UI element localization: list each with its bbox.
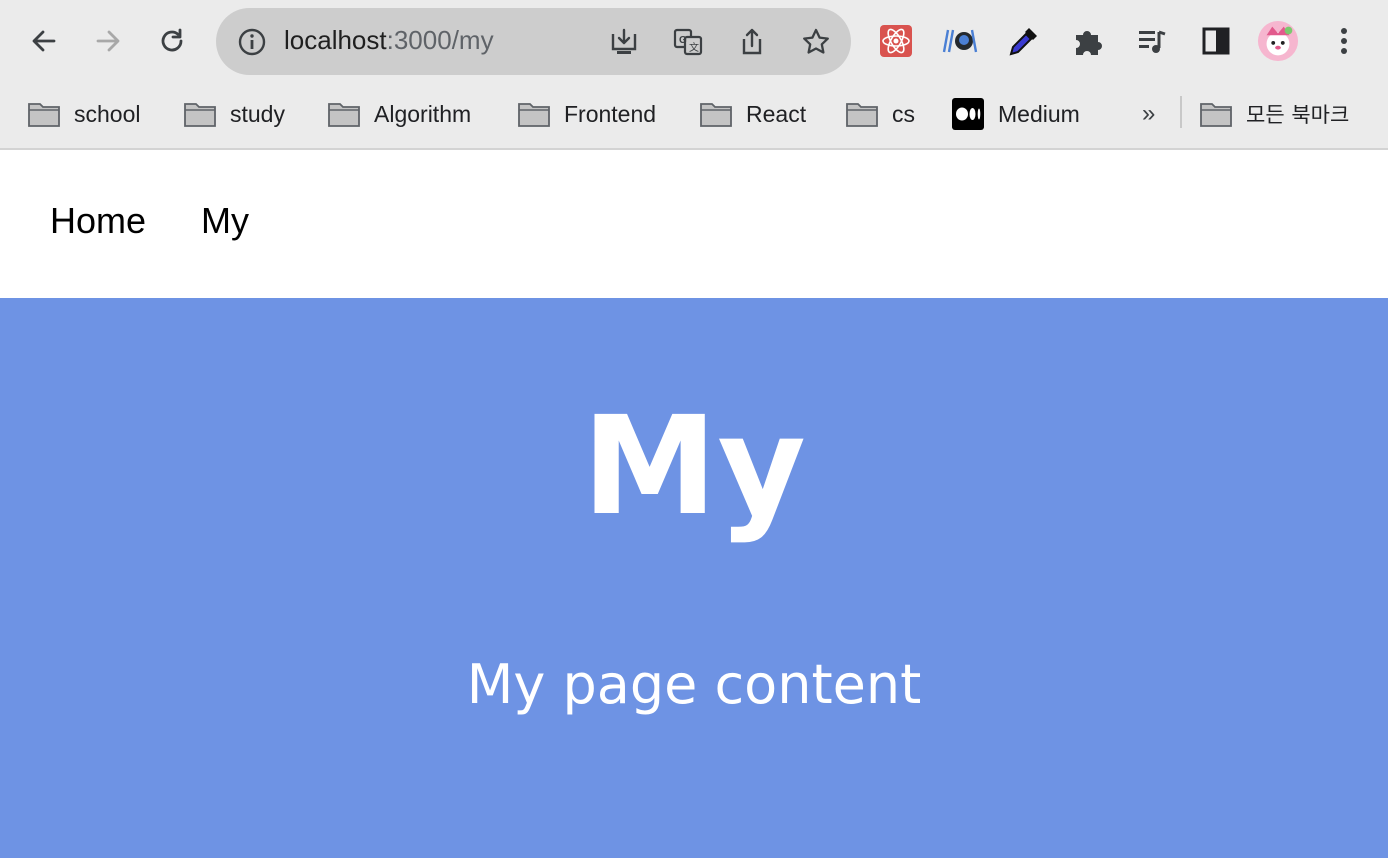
- more-menu-icon: [1341, 28, 1347, 54]
- bookmark-label: study: [230, 100, 285, 127]
- arrow-right-icon: [96, 30, 120, 52]
- color-picker-button[interactable]: [1003, 20, 1045, 62]
- bookmark-star-button[interactable]: [798, 24, 834, 60]
- extensions-button[interactable]: [1067, 20, 1109, 62]
- share-icon: [742, 28, 762, 55]
- share-button[interactable]: [734, 24, 770, 60]
- page-content-text: My page content: [466, 653, 922, 716]
- translate-icon: G文: [673, 28, 703, 56]
- bookmarks-divider: [1180, 96, 1182, 128]
- arrow-left-icon: [32, 30, 56, 52]
- react-devtools-icon: [880, 25, 912, 57]
- address-bar[interactable]: localhost:3000/my G文: [216, 8, 851, 75]
- svg-text:文: 文: [689, 41, 699, 54]
- folder-icon: [184, 103, 216, 127]
- bookmark-cs[interactable]: cs: [846, 96, 915, 132]
- bookmark-medium[interactable]: Medium: [952, 96, 1080, 132]
- translate-button[interactable]: G文: [670, 24, 706, 60]
- medium-icon: [952, 98, 984, 130]
- more-menu-button[interactable]: [1323, 20, 1365, 62]
- forward-button[interactable]: [88, 21, 128, 61]
- bookmark-react[interactable]: React: [700, 96, 806, 132]
- install-app-icon: [611, 28, 637, 54]
- install-app-button[interactable]: [606, 24, 642, 60]
- page-title: My: [582, 388, 806, 546]
- profile-avatar: [1257, 20, 1299, 62]
- bookmark-frontend[interactable]: Frontend: [518, 96, 656, 132]
- hero-section: My My page content: [0, 298, 1388, 858]
- back-button[interactable]: [24, 21, 64, 61]
- folder-icon: [328, 103, 360, 127]
- bookmark-school[interactable]: school: [28, 96, 140, 132]
- bookmark-all-bookmarks[interactable]: 모든 북마크: [1200, 96, 1349, 132]
- site-info-button[interactable]: [234, 24, 270, 60]
- bookmarks-bar: school study Algorithm Frontend React cs…: [0, 82, 1388, 150]
- bookmark-study[interactable]: study: [184, 96, 285, 132]
- folder-icon: [28, 103, 60, 127]
- bookmark-label: 모든 북마크: [1246, 103, 1350, 127]
- bookmark-label: Medium: [998, 100, 1080, 127]
- url-text[interactable]: localhost:3000/my: [284, 25, 494, 56]
- nav-link-my[interactable]: My: [201, 200, 249, 242]
- media-control-button[interactable]: [1131, 20, 1173, 62]
- github-extension-icon: [942, 29, 978, 53]
- bookmark-label: school: [74, 100, 141, 127]
- puzzle-icon: [1076, 31, 1102, 55]
- media-control-icon: [1139, 30, 1166, 53]
- site-nav: Home My: [0, 150, 1388, 298]
- bookmark-label: Frontend: [564, 100, 657, 127]
- folder-icon: [518, 103, 550, 127]
- folder-icon: [846, 103, 878, 127]
- bookmarks-overflow-button[interactable]: »: [1142, 96, 1155, 132]
- reload-button[interactable]: [152, 21, 192, 61]
- reload-icon: [161, 28, 183, 52]
- star-icon: [803, 28, 829, 54]
- side-panel-icon: [1202, 27, 1230, 55]
- svg-text:G: G: [679, 35, 687, 46]
- profile-button[interactable]: [1257, 20, 1299, 62]
- nav-link-home[interactable]: Home: [50, 200, 146, 242]
- color-picker-icon: [1009, 28, 1037, 56]
- react-devtools-button[interactable]: [875, 20, 917, 62]
- github-extension-button[interactable]: [939, 20, 981, 62]
- overflow-chevron-icon: »: [1142, 100, 1156, 127]
- folder-icon: [1200, 103, 1232, 127]
- url-path: :3000/my: [386, 25, 494, 55]
- bookmark-label: Algorithm: [374, 100, 472, 127]
- bookmark-algorithm[interactable]: Algorithm: [328, 96, 471, 132]
- side-panel-button[interactable]: [1195, 20, 1237, 62]
- bookmark-label: React: [746, 100, 807, 127]
- url-host: localhost: [284, 25, 387, 55]
- bookmark-label: cs: [892, 100, 915, 127]
- browser-toolbar: localhost:3000/my G文: [0, 0, 1388, 82]
- info-icon: [238, 28, 266, 56]
- folder-icon: [700, 103, 732, 127]
